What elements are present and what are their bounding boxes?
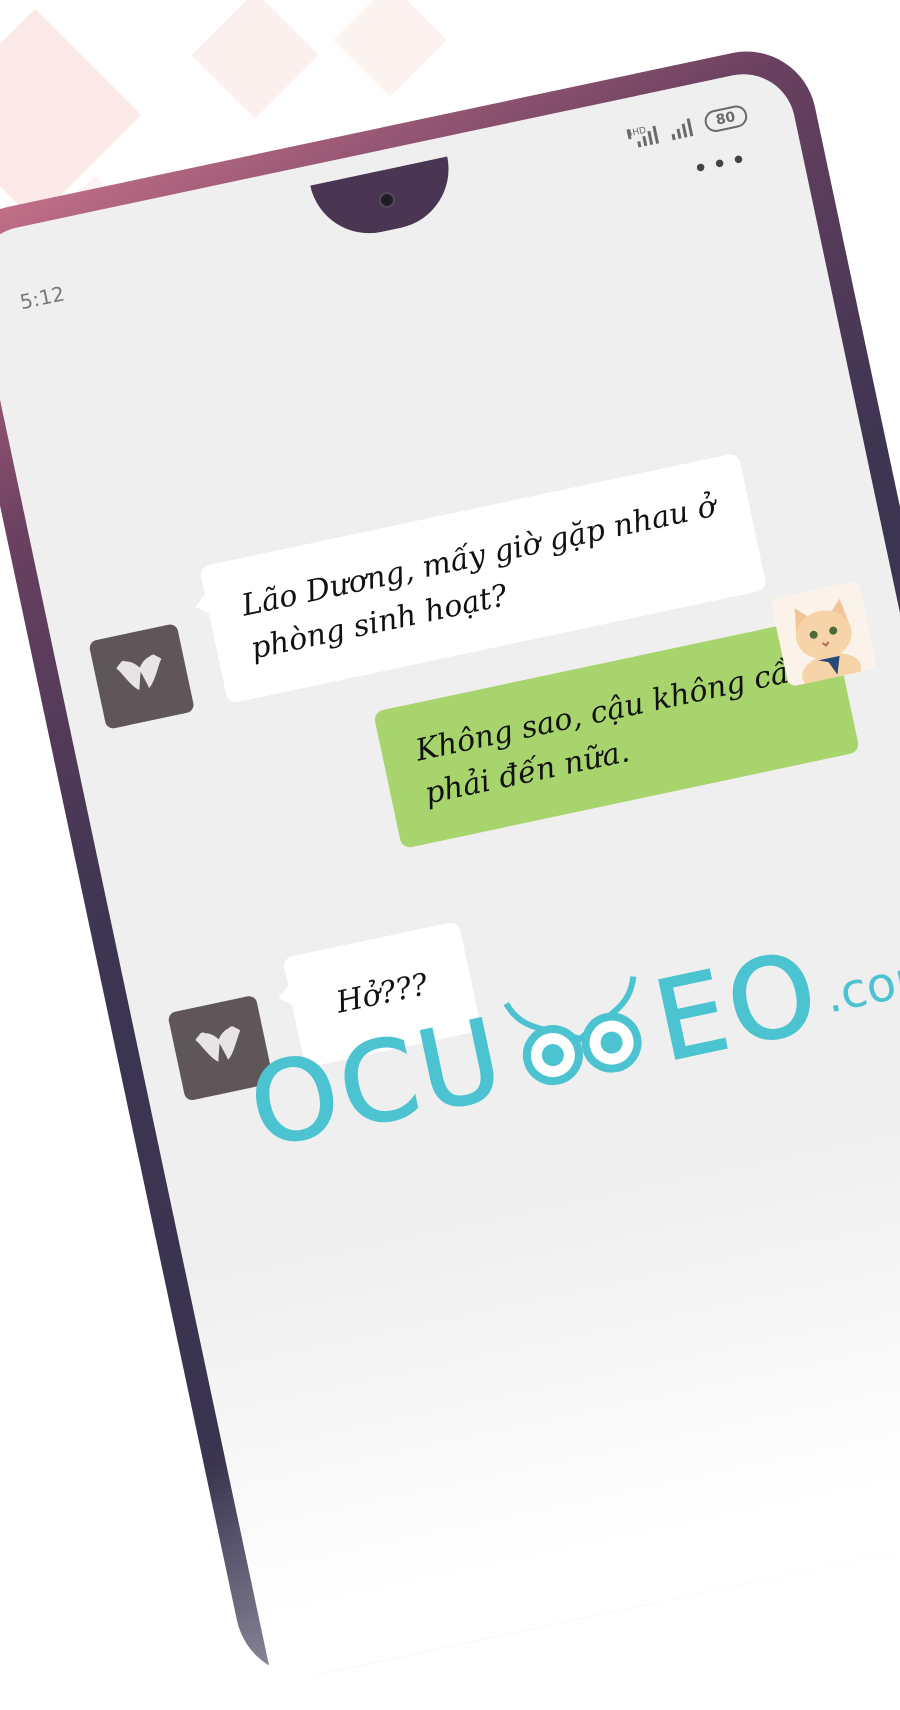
screen-fade [185, 1099, 900, 1685]
background-diamond [191, 0, 319, 119]
cat-avatar[interactable] [770, 580, 878, 688]
phone: 5:12 4HD 80 ••• Lão Dương, mấy giờ gặp n… [0, 38, 900, 1689]
more-dots-icon[interactable]: ••• [690, 144, 753, 185]
mustache-avatar-icon[interactable] [88, 623, 195, 730]
background-diamond [333, 0, 447, 97]
battery-icon: 80 [702, 103, 750, 135]
status-icons: 4HD 80 [626, 103, 750, 151]
watermark-text-right: EO [643, 926, 832, 1087]
watermark-suffix: .com [819, 945, 900, 1025]
signal-icon [668, 116, 693, 141]
status-time: 5:12 [17, 281, 67, 315]
page: 5:12 4HD 80 ••• Lão Dương, mấy giờ gặp n… [0, 0, 900, 1710]
phone-screen: 5:12 4HD 80 ••• Lão Dương, mấy giờ gặp n… [0, 64, 900, 1685]
signal-4g-icon: 4HD [626, 124, 659, 150]
network-label: 4HD [626, 125, 648, 140]
